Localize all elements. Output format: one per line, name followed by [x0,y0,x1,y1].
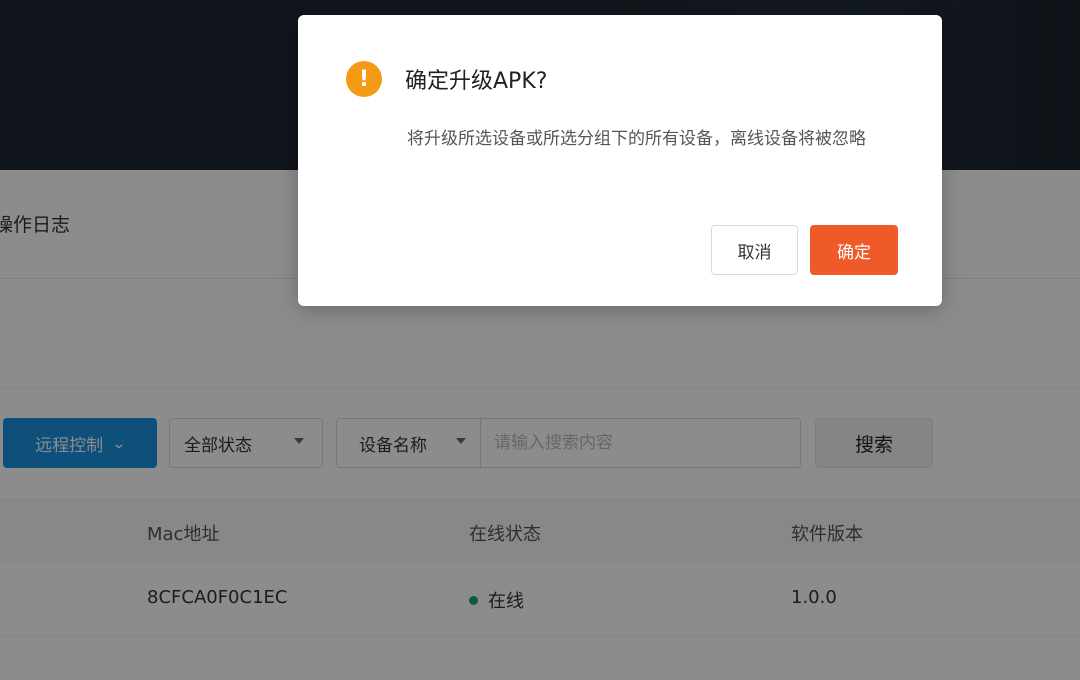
dialog-title: 确定升级APK? [405,69,548,94]
confirm-dialog: ! 确定升级APK? 将升级所选设备或所选分组下的所有设备，离线设备将被忽略 取… [298,15,942,306]
cancel-button[interactable]: 取消 [711,225,798,275]
confirm-button[interactable]: 确定 [810,225,898,275]
dialog-message: 将升级所选设备或所选分组下的所有设备，离线设备将被忽略 [407,129,866,149]
warning-exclamation-icon: ! [346,61,382,97]
